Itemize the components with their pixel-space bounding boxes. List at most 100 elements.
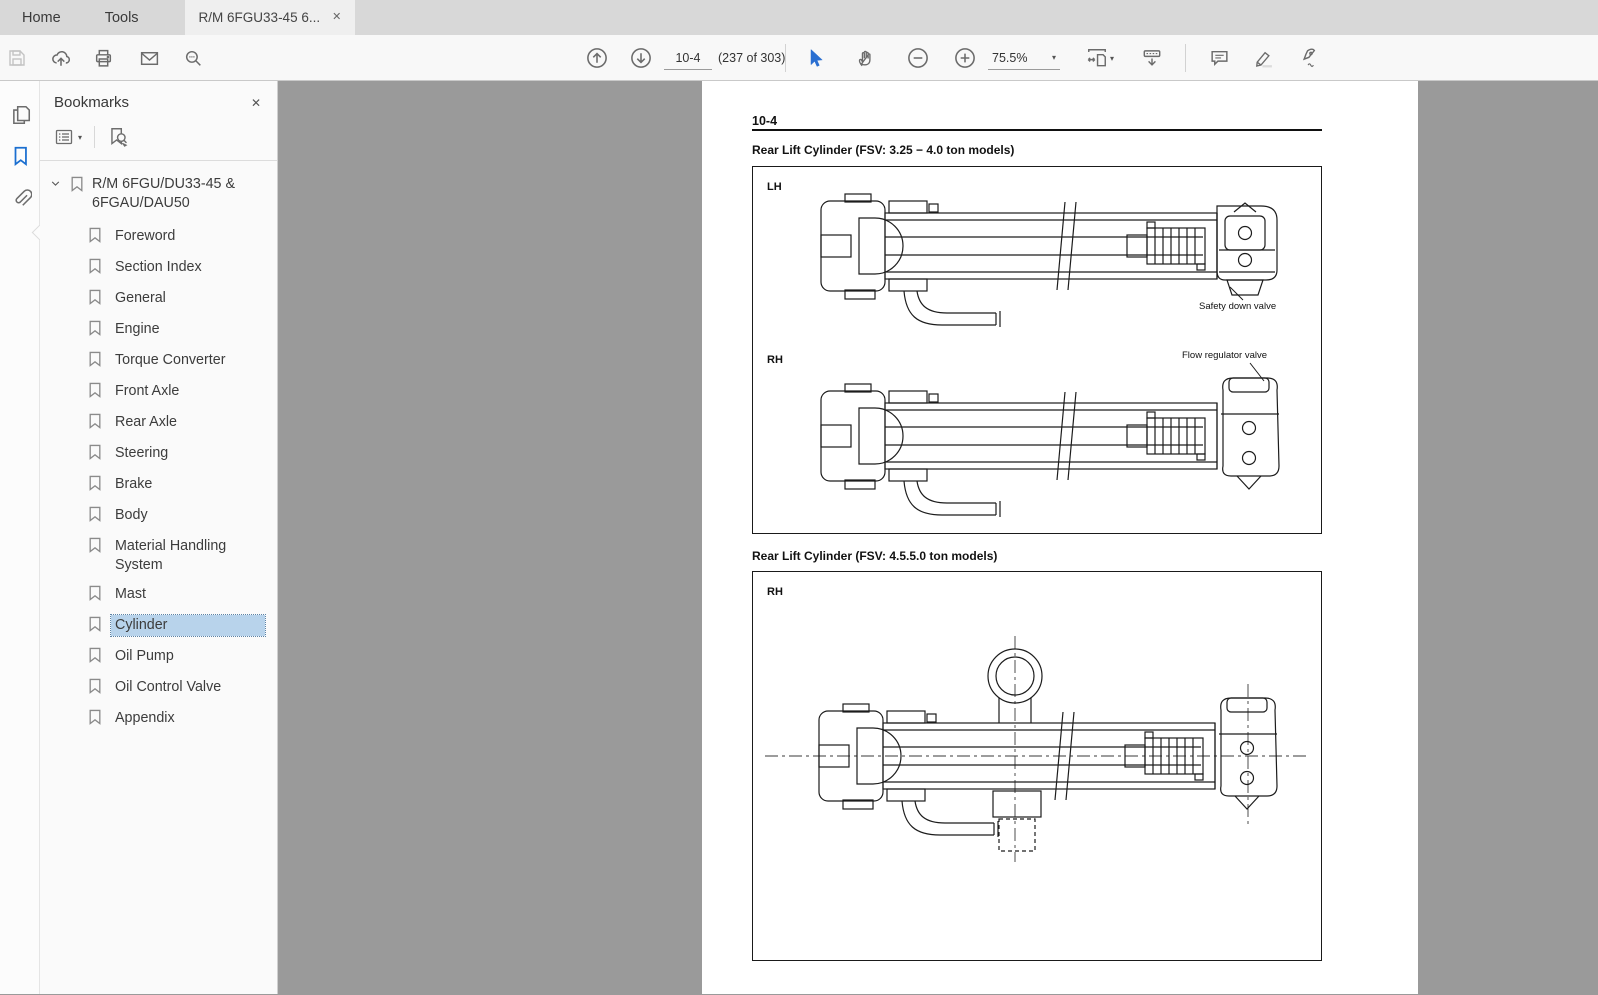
- bookmarks-panel-title: Bookmarks: [54, 94, 130, 111]
- bookmark-item[interactable]: Oil Control Valve: [50, 673, 269, 704]
- zoom-level-input[interactable]: 75.5% ▾: [988, 46, 1060, 70]
- bookmark-icon: [88, 474, 104, 495]
- print-icon[interactable]: [87, 42, 119, 74]
- bookmark-item[interactable]: General: [50, 284, 269, 315]
- bookmark-item-label: Steering: [115, 445, 169, 461]
- rear-lift-cylinder-diagram-lh-rh: LH Safety down valve RH Flow regulator v…: [767, 181, 1280, 518]
- bookmark-item[interactable]: Appendix: [50, 704, 269, 735]
- bookmark-item[interactable]: Foreword: [50, 222, 269, 253]
- chevron-down-icon[interactable]: [50, 175, 64, 193]
- bookmark-icon: [88, 257, 104, 278]
- bookmark-icon: [88, 584, 104, 605]
- bookmark-icon: [88, 288, 104, 309]
- tab-document[interactable]: R/M 6FGU33-45 6... ✕: [184, 0, 356, 35]
- svg-text:LH: LH: [767, 181, 782, 193]
- bookmarks-close-icon[interactable]: ✕: [251, 96, 261, 110]
- bookmark-item[interactable]: Torque Converter: [50, 346, 269, 377]
- zoom-in-icon[interactable]: [949, 42, 981, 74]
- share-cloud-icon[interactable]: [45, 42, 77, 74]
- tab-home[interactable]: Home: [0, 0, 83, 35]
- bookmark-item[interactable]: Cylinder: [50, 611, 269, 642]
- zoom-caret-icon: ▾: [1051, 53, 1056, 62]
- comment-icon[interactable]: [1203, 42, 1235, 74]
- figure2-title: Rear Lift Cylinder (FSV: 4.5.5.0 ton mod…: [752, 549, 998, 563]
- toolbar-divider: [785, 44, 786, 72]
- bookmark-icon: [70, 175, 86, 196]
- bookmark-icon: [88, 350, 104, 371]
- page-thumbnails-icon[interactable]: [9, 103, 33, 127]
- reading-mode-icon[interactable]: [1136, 42, 1168, 74]
- bookmark-item[interactable]: Front Axle: [50, 377, 269, 408]
- bookmark-search-icon[interactable]: [107, 126, 129, 148]
- zoom-level-value: 75.5%: [992, 50, 1028, 65]
- bookmarks-tree: R/M 6FGU/DU33-45 & 6FGAU/DAU50 Foreword …: [40, 161, 277, 735]
- bookmark-icon: [88, 226, 104, 247]
- page-number-input[interactable]: 10-4: [664, 46, 712, 70]
- figure1-title: Rear Lift Cylinder (FSV: 3.25 − 4.0 ton …: [752, 143, 1015, 157]
- bookmark-icon: [88, 443, 104, 464]
- fit-width-icon[interactable]: [1081, 42, 1113, 74]
- bookmark-item-label: Section Index: [115, 259, 202, 275]
- document-canvas[interactable]: 10-4 Rear Lift Cylinder (FSV: 3.25 − 4.0…: [278, 81, 1598, 994]
- bookmark-icon: [88, 615, 104, 636]
- bookmark-icon: [88, 536, 104, 557]
- tab-tools[interactable]: Tools: [83, 0, 161, 35]
- save-icon[interactable]: [1, 42, 33, 74]
- bookmark-icon: [88, 412, 104, 433]
- email-icon[interactable]: [133, 42, 165, 74]
- page-count-label: (237 of 303): [718, 51, 786, 65]
- bookmark-item-label: Mast: [115, 586, 146, 602]
- bookmark-icon: [88, 319, 104, 340]
- tab-close-icon[interactable]: ✕: [332, 12, 341, 23]
- bookmark-item-label: Brake: [115, 476, 153, 492]
- bookmark-item[interactable]: Material Handling System: [50, 532, 269, 580]
- bookmark-item-label: General: [115, 290, 166, 306]
- toolbar-divider: [1185, 44, 1186, 72]
- select-tool-icon[interactable]: [799, 42, 831, 74]
- zoom-out-icon[interactable]: [902, 42, 934, 74]
- search-icon[interactable]: [177, 42, 209, 74]
- bookmark-item[interactable]: Section Index: [50, 253, 269, 284]
- bookmark-item[interactable]: Steering: [50, 439, 269, 470]
- bookmark-options-icon[interactable]: ▾: [54, 127, 82, 147]
- bookmark-item[interactable]: Mast: [50, 580, 269, 611]
- highlight-icon[interactable]: [1247, 42, 1279, 74]
- bookmark-item-label: Foreword: [115, 228, 176, 244]
- bookmarks-panel: Bookmarks ✕ ▾ R/M 6FGU/DU33-45 & 6FGAU/D…: [40, 81, 285, 994]
- svg-text:RH: RH: [767, 354, 783, 366]
- bookmark-item[interactable]: Body: [50, 501, 269, 532]
- bookmark-item-label: Torque Converter: [115, 352, 226, 368]
- bookmark-item[interactable]: Rear Axle: [50, 408, 269, 439]
- bookmark-list: Foreword Section Index General Engine To…: [50, 222, 269, 735]
- bookmark-item-label: Engine: [115, 321, 160, 337]
- fill-sign-icon[interactable]: [1291, 42, 1323, 74]
- bookmarks-toolbar-divider: [94, 126, 96, 148]
- page-up-icon[interactable]: [581, 42, 613, 74]
- page-header-number: 10-4: [752, 114, 778, 128]
- bookmark-item-label: Cylinder: [110, 614, 266, 637]
- hand-tool-icon[interactable]: [849, 42, 881, 74]
- figure2-box: RH: [752, 571, 1322, 961]
- bookmark-item-label: Front Axle: [115, 383, 180, 399]
- tab-bar: Home Tools R/M 6FGU33-45 6... ✕: [0, 0, 1598, 35]
- bookmark-icon: [88, 677, 104, 698]
- bookmark-item[interactable]: Brake: [50, 470, 269, 501]
- main-toolbar: 10-4 (237 of 303) 75.5% ▾ ▾: [0, 35, 1598, 81]
- bookmark-icon: [88, 646, 104, 667]
- bookmark-root-item[interactable]: R/M 6FGU/DU33-45 & 6FGAU/DAU50: [50, 175, 269, 213]
- bookmark-options-caret-icon: ▾: [78, 132, 83, 142]
- bookmark-item[interactable]: Oil Pump: [50, 642, 269, 673]
- bookmark-item-label: Material Handling System: [115, 538, 227, 573]
- pdf-page: 10-4 Rear Lift Cylinder (FSV: 3.25 − 4.0…: [702, 81, 1418, 994]
- fit-width-caret-icon[interactable]: ▾: [1110, 54, 1114, 63]
- bookmark-item-label: Rear Axle: [115, 414, 177, 430]
- bookmark-item-label: Body: [115, 507, 148, 523]
- bookmark-item[interactable]: Engine: [50, 315, 269, 346]
- bookmarks-rail-icon[interactable]: [9, 144, 33, 168]
- main-area: Bookmarks ✕ ▾ R/M 6FGU/DU33-45 & 6FGAU/D…: [0, 81, 1598, 994]
- bookmarks-toolbar: ▾: [40, 120, 277, 160]
- page-down-icon[interactable]: [625, 42, 657, 74]
- attachments-icon[interactable]: [9, 186, 33, 210]
- bookmark-item-label: Oil Control Valve: [115, 679, 222, 695]
- bookmark-item-label: Appendix: [115, 710, 175, 726]
